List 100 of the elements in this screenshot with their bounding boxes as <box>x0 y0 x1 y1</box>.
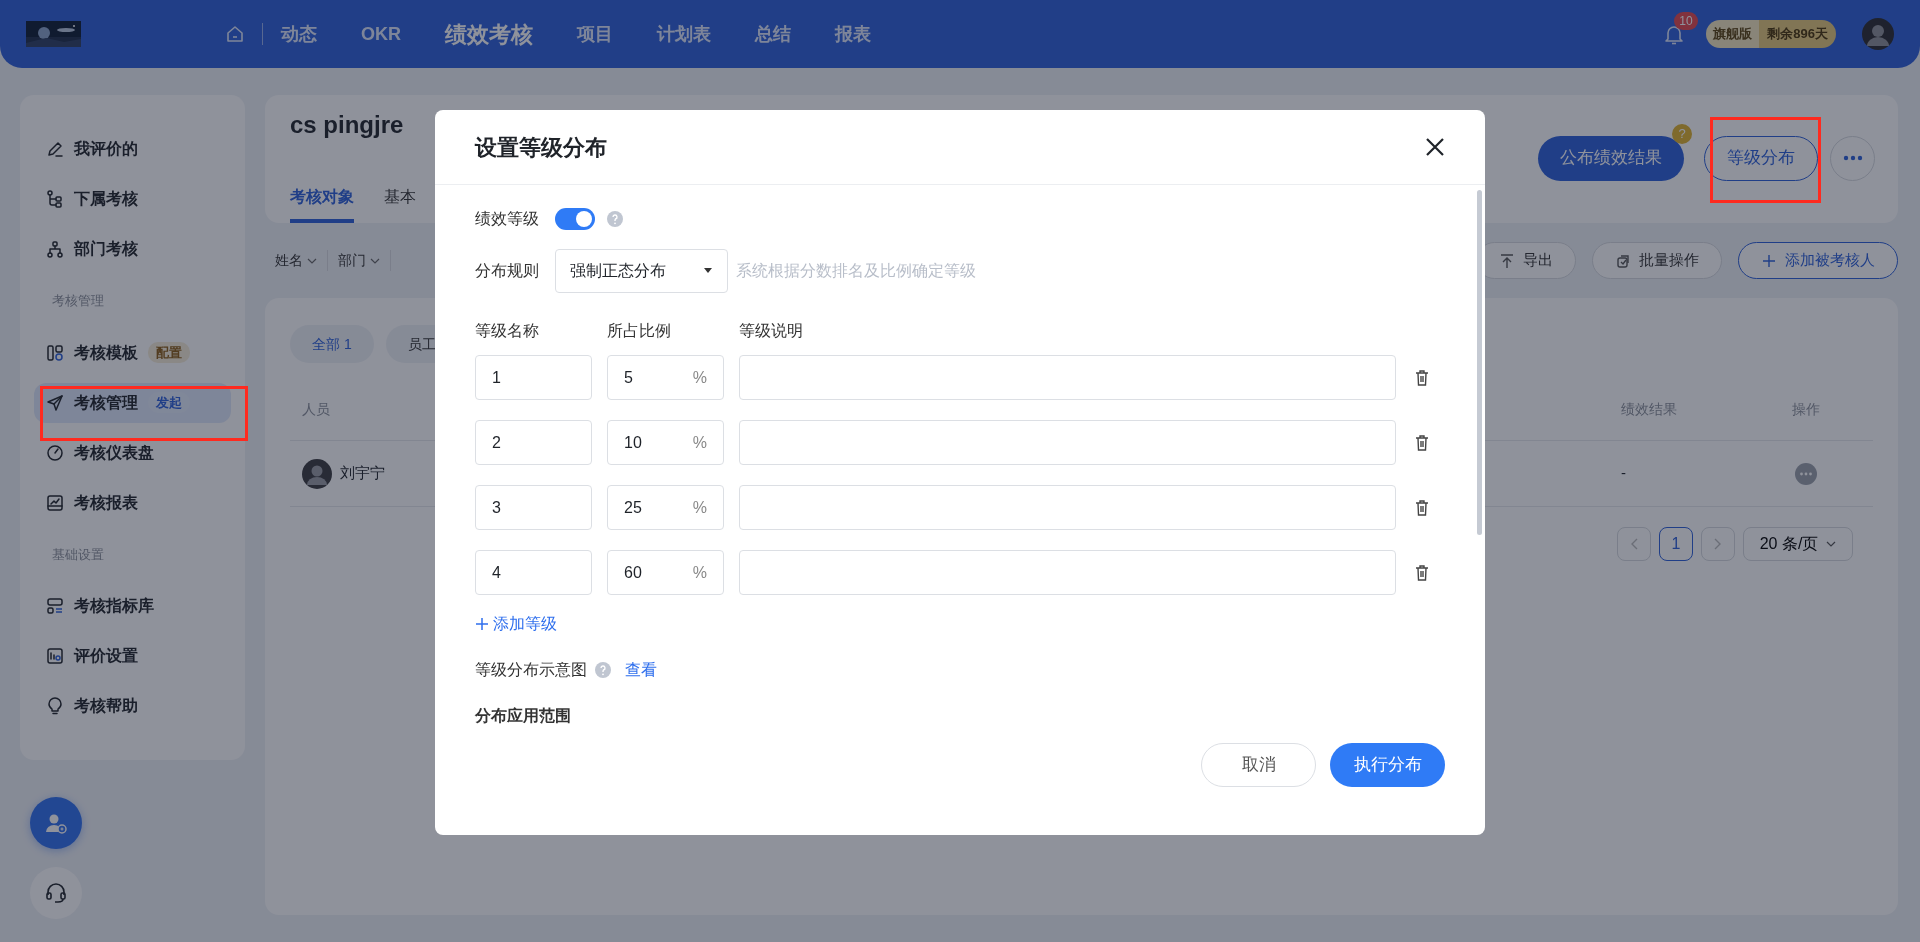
toolbar-button[interactable]: 批量操作 <box>1592 242 1722 279</box>
branch-icon <box>46 190 64 208</box>
sidebar-item[interactable]: 下属考核 <box>34 179 231 219</box>
item-label: 我评价的 <box>74 139 138 159</box>
add-grade-link[interactable]: 添加等级 <box>475 612 557 636</box>
trash-icon[interactable] <box>1415 499 1429 516</box>
more-icon <box>1842 155 1863 161</box>
description-field[interactable] <box>739 550 1396 595</box>
ratio-field[interactable]: 60 % <box>607 550 724 595</box>
grade-name-field[interactable]: 2 <box>475 420 592 465</box>
trash-icon[interactable] <box>1415 564 1429 581</box>
plan-label: 旗舰版 <box>1706 20 1760 48</box>
add-user-button[interactable] <box>30 797 82 849</box>
filter-dropdown[interactable]: 姓名 <box>265 250 328 271</box>
sidebar-item[interactable]: 我评价的 <box>34 129 231 169</box>
nav-link[interactable]: 绩效考核 <box>445 17 533 51</box>
help-badge: ? <box>1672 123 1692 144</box>
view-link[interactable]: 查看 <box>625 657 657 682</box>
column-header: 人员 <box>302 400 331 419</box>
field-label: 等级分布示意图 <box>475 659 587 680</box>
sidebar-item[interactable]: 评价设置 <box>34 636 231 676</box>
scrollbar-thumb[interactable] <box>1477 190 1482 535</box>
section-label: 基础设置 <box>51 545 105 564</box>
avatar <box>302 458 332 489</box>
bell-icon[interactable] <box>1664 23 1685 46</box>
confirm-button[interactable]: 执行分布 <box>1330 743 1445 787</box>
item-label: 考核报表 <box>74 492 138 513</box>
support-button[interactable] <box>30 867 82 919</box>
nav-link[interactable]: 项目 <box>577 20 613 48</box>
close-icon[interactable] <box>1425 137 1445 157</box>
filter-tab[interactable]: 全部 1 <box>290 325 374 363</box>
remaining-days: 剩余896天 <box>1759 20 1836 48</box>
grade-distribution-button[interactable]: 等级分布 <box>1704 135 1818 181</box>
page-button[interactable]: 1 <box>1659 527 1693 561</box>
item-label: 下属考核 <box>74 189 138 209</box>
dialog-title: 设置等级分布 <box>475 133 607 162</box>
item-label: 考核模板 <box>74 342 138 363</box>
result-text: - <box>1621 464 1626 482</box>
gauge-icon <box>46 443 64 462</box>
section-title: 分布应用范围 <box>475 705 572 726</box>
item-label: 评价设置 <box>74 646 138 666</box>
description-field[interactable] <box>739 355 1396 400</box>
column-label: 所占比例 <box>607 321 672 341</box>
more-button[interactable] <box>1830 135 1875 181</box>
column-label: 等级说明 <box>739 321 804 341</box>
nav-link[interactable]: 动态 <box>281 20 317 48</box>
checkbox-icon <box>1615 252 1631 269</box>
filter-dropdown[interactable]: 部门 <box>328 250 391 271</box>
ratio-field[interactable]: 10 % <box>607 420 724 465</box>
section-label: 考核管理 <box>51 292 105 310</box>
item-label: 考核帮助 <box>74 696 138 716</box>
item-label: 部门考核 <box>74 239 138 259</box>
tab[interactable]: 基本 <box>384 185 416 223</box>
trash-icon[interactable] <box>1415 369 1429 386</box>
plus-icon <box>475 617 489 631</box>
home-icon[interactable] <box>226 25 244 43</box>
sidebar-item[interactable]: 考核仪表盘 <box>34 432 231 473</box>
chevron-down-icon <box>1826 541 1837 547</box>
chevron-down-icon <box>370 257 380 264</box>
sidebar-item[interactable]: 考核指标库 <box>34 586 231 626</box>
sidebar-item[interactable]: 考核报表 <box>34 482 231 523</box>
chart-icon <box>46 493 64 512</box>
ratio-field[interactable]: 25 % <box>607 485 724 530</box>
avatar[interactable] <box>1862 18 1894 50</box>
project-title: cs pingjre <box>290 110 405 140</box>
sidebar-item[interactable]: 考核帮助 <box>34 686 231 726</box>
nav-link[interactable]: 计划表 <box>657 20 711 48</box>
hint-text: 系统根据分数排名及比例确定等级 <box>736 261 976 281</box>
cancel-button[interactable]: 取消 <box>1201 743 1316 787</box>
more-icon[interactable] <box>1795 462 1817 485</box>
description-field[interactable] <box>739 485 1396 530</box>
grade-name-field[interactable]: 4 <box>475 550 592 595</box>
nav-link[interactable]: 报表 <box>835 20 871 48</box>
headset-icon <box>44 881 68 905</box>
chevron-right-icon <box>1714 538 1722 550</box>
toggle-switch[interactable] <box>555 208 595 230</box>
plus-icon <box>1761 252 1777 269</box>
sidebar-item[interactable]: 考核模板 配置 <box>34 332 231 373</box>
add-button[interactable]: 添加被考核人 <box>1738 242 1898 279</box>
grade-name-field[interactable]: 3 <box>475 485 592 530</box>
nav-link[interactable]: 总结 <box>755 20 791 48</box>
grade-name-field[interactable]: 1 <box>475 355 592 400</box>
page-size-select[interactable]: 20 条/页 <box>1743 527 1853 561</box>
rating-icon <box>46 647 64 665</box>
list-icon <box>46 597 64 615</box>
pen-icon <box>46 140 64 158</box>
nav-link[interactable]: OKR <box>361 20 401 48</box>
item-label: 考核指标库 <box>74 596 154 616</box>
rule-select[interactable]: 强制正态分布 <box>555 249 728 293</box>
ratio-field[interactable]: 5 % <box>607 355 724 400</box>
sidebar-item[interactable]: 部门考核 <box>34 229 231 269</box>
description-field[interactable] <box>739 420 1396 465</box>
trash-icon[interactable] <box>1415 434 1429 451</box>
column-header: 绩效结果 <box>1621 401 1677 418</box>
template-icon <box>46 343 64 362</box>
tab[interactable]: 考核对象 <box>290 185 354 223</box>
chevron-down-icon <box>307 257 317 264</box>
item-label: 考核管理 <box>74 392 138 413</box>
tag: 配置 <box>148 341 190 364</box>
help-icon <box>607 211 623 227</box>
